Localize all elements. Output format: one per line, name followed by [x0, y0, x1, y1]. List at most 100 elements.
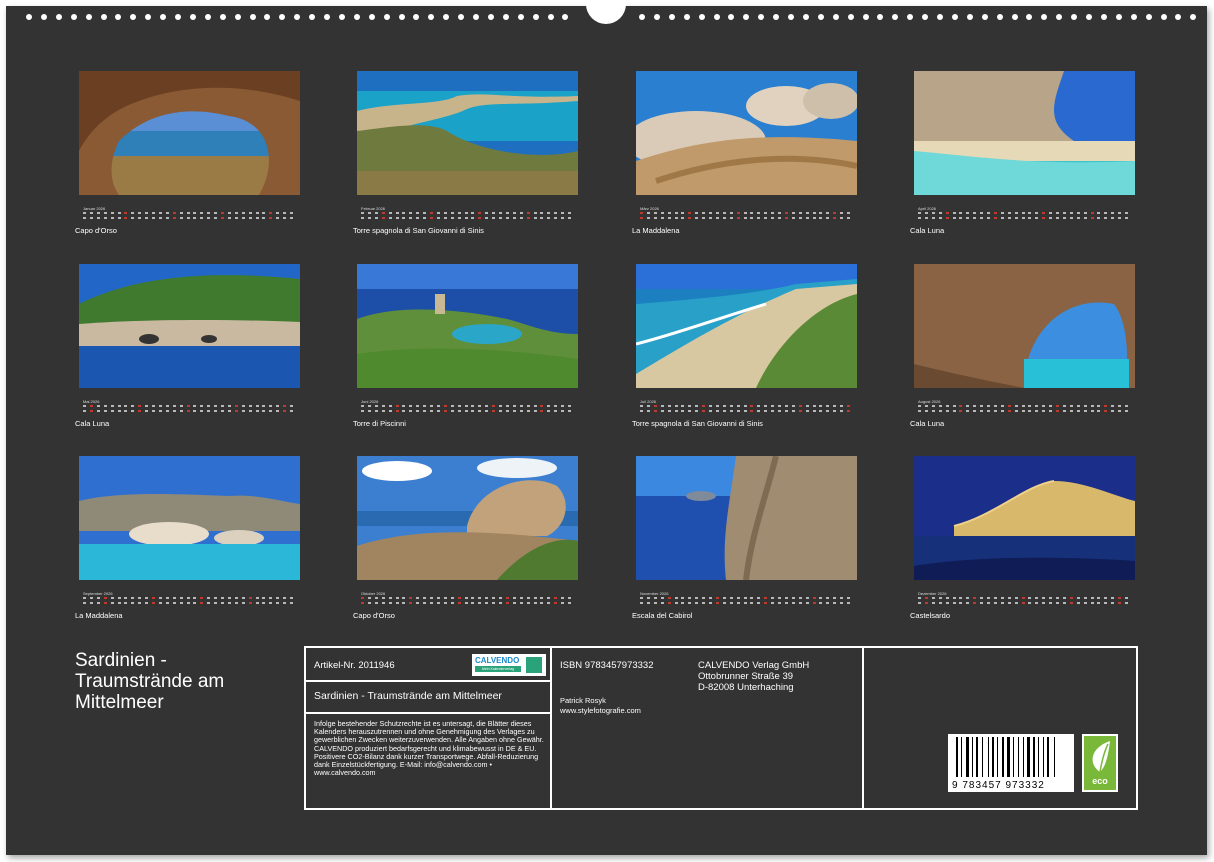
calendar-day [938, 602, 942, 604]
calendar-day [1069, 602, 1073, 604]
calendar-day [709, 212, 712, 214]
calendar-day [464, 217, 468, 219]
calendar-day [443, 597, 447, 599]
calendar-day [674, 597, 678, 599]
barcode-bar [1013, 737, 1014, 777]
calendar-day [833, 602, 837, 604]
calendar-day [450, 410, 454, 412]
calendar-day [1049, 410, 1053, 412]
calendar-day [1000, 217, 1004, 219]
calendar-day [1076, 212, 1080, 214]
calendar-day [729, 597, 733, 599]
calendar-day [1021, 212, 1025, 214]
calendar-day [381, 410, 385, 412]
calendar-day [450, 602, 454, 604]
weekday-row [361, 212, 574, 215]
calendar-day [283, 602, 287, 604]
calendar-day [395, 212, 399, 214]
calendar-day [695, 217, 699, 219]
calendar-day [840, 410, 844, 412]
calendar-day [492, 405, 496, 407]
calendar-day [847, 212, 850, 214]
binding-hole [683, 14, 690, 20]
calendar-day [791, 602, 795, 604]
calendar-day [186, 212, 190, 214]
calendar-day [269, 602, 273, 604]
logo-text: CALVENDO [475, 656, 520, 665]
calendar-day [430, 602, 433, 604]
calendar-day [248, 597, 252, 599]
calendar-day [715, 602, 719, 604]
calendar-day [409, 410, 413, 412]
binding-hole [562, 14, 569, 20]
calendar-day [1035, 405, 1039, 407]
calendar-day [248, 410, 252, 412]
calendar-day [1111, 410, 1115, 412]
calendar-day [96, 217, 100, 219]
calendar-day [158, 602, 162, 604]
calendar-day [812, 217, 816, 219]
calendar-day [1000, 602, 1004, 604]
calendar-day [430, 597, 433, 599]
calendar-day [674, 217, 678, 219]
binding-hole [639, 14, 645, 20]
barcode-bar [1033, 737, 1035, 777]
calendar-day [568, 217, 571, 219]
eco-leaf-icon: eco [1084, 736, 1116, 790]
calendar-day [423, 405, 427, 407]
calendar-day [443, 410, 447, 412]
calendar-day [784, 602, 788, 604]
calendar-day [227, 405, 231, 407]
calendar-day [715, 597, 719, 599]
calendar-day [1076, 217, 1080, 219]
calendar-day [499, 602, 502, 604]
calendar-day [660, 410, 664, 412]
calendar-day [165, 602, 169, 604]
calendar-day [519, 602, 523, 604]
calendar-day [200, 217, 204, 219]
calendar-day [1014, 602, 1018, 604]
calendar-day [526, 405, 530, 407]
calendar-day [729, 405, 733, 407]
photo-caption: La Maddalena [75, 611, 123, 620]
calendar-day [812, 212, 816, 214]
calendar-day [131, 217, 135, 219]
calendar-day [457, 405, 461, 407]
landscape-photo [636, 456, 857, 580]
calendar-day [255, 597, 259, 599]
calendar-day [409, 597, 413, 599]
calendar-day [840, 217, 844, 219]
calendar-day [973, 410, 977, 412]
calendar-day [554, 217, 558, 219]
calendar-day [819, 602, 823, 604]
calendar-day [987, 212, 990, 214]
calendar-day [987, 405, 990, 407]
calendar-day [269, 597, 273, 599]
calendar-day [1125, 217, 1128, 219]
calendar-day [688, 410, 692, 412]
binding-hole [1011, 14, 1018, 20]
calendar-day [681, 405, 685, 407]
calendar-day [1083, 410, 1087, 412]
binding-hole [547, 14, 554, 20]
month-label: März 2026 [640, 206, 659, 211]
calendar-day [241, 602, 245, 604]
calendar-day [653, 217, 657, 219]
binding-hole [1071, 14, 1078, 20]
calendar-day [688, 602, 692, 604]
calendar-day [924, 597, 928, 599]
calendar-day [547, 602, 551, 604]
calendar-day [83, 597, 86, 599]
binding-hole [892, 14, 899, 20]
date-row [640, 410, 853, 413]
calendar-day [1090, 217, 1094, 219]
calendar-day [1090, 405, 1094, 407]
binding-hole [1175, 14, 1182, 20]
calendar-day [1083, 217, 1087, 219]
calendar-day [103, 217, 107, 219]
weekday-row [918, 212, 1131, 215]
calendar-day [973, 212, 977, 214]
calendar-day [695, 212, 699, 214]
calendar-day [221, 405, 224, 407]
calendar-day [110, 405, 114, 407]
